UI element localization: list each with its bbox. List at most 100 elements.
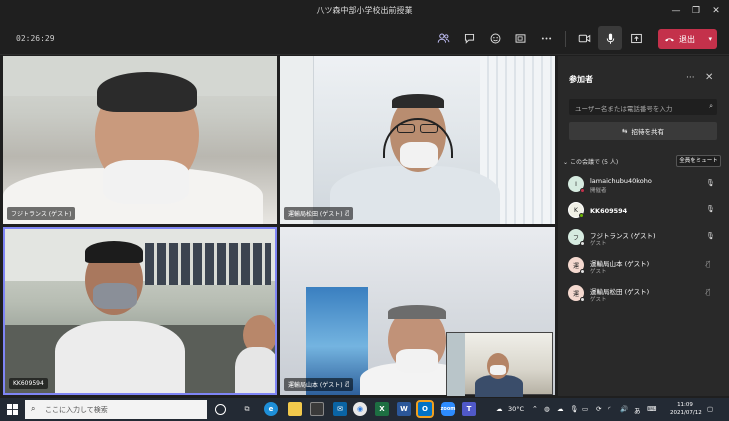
teams-meeting-window: 八ツ森中部小学校出前授業 — ❐ ✕ 02:26:29 退出 ▾ フジトランス … bbox=[0, 0, 729, 421]
person-hair bbox=[392, 94, 444, 108]
volume-icon[interactable]: 🔊 bbox=[620, 405, 628, 413]
reactions-icon[interactable] bbox=[486, 29, 504, 47]
mic-muted-icon[interactable]: 🎙̸ bbox=[706, 288, 710, 296]
panel-title: 参加者 bbox=[569, 75, 593, 84]
zoom-icon[interactable]: zoom bbox=[441, 402, 456, 416]
chat-icon[interactable] bbox=[460, 29, 478, 47]
ime-mode-label[interactable]: あ bbox=[634, 405, 641, 415]
video-grid: フジトランス (ゲスト) 運輸局松田 (ゲスト) 🎙̸ KK609594 運輸局… bbox=[3, 56, 555, 397]
participants-icon[interactable] bbox=[434, 29, 452, 47]
title-bar: 八ツ森中部小学校出前授業 — ❐ ✕ bbox=[0, 0, 729, 22]
camera-icon[interactable] bbox=[575, 29, 593, 47]
participant-name-label: フジトランス (ゲスト) bbox=[7, 207, 76, 220]
avatar: 運 bbox=[568, 285, 585, 302]
wifi-icon[interactable]: ◜ bbox=[608, 405, 611, 413]
mic-icon[interactable] bbox=[598, 26, 622, 50]
participant-name: lamaichubu40koho bbox=[590, 177, 652, 185]
weather-icon[interactable]: ☁ bbox=[496, 405, 503, 413]
participant-name-label: 運輸局松田 (ゲスト) 🎙̸ bbox=[284, 207, 354, 220]
section-header[interactable]: ⌄ この会議で (5 人) bbox=[563, 157, 618, 166]
notification-icon[interactable]: ▢ bbox=[707, 405, 713, 413]
sync-icon[interactable]: ⟳ bbox=[596, 405, 601, 413]
mic-muted-icon: 🎙̸ bbox=[345, 210, 350, 217]
participant-row[interactable]: 運 運輸局山本 (ゲスト) ゲスト 🎙̸ bbox=[568, 255, 718, 277]
network-icon[interactable]: ◍ bbox=[544, 405, 550, 413]
meeting-toolbar: 02:26:29 退出 ▾ bbox=[0, 22, 729, 55]
leave-button[interactable]: 退出 ▾ bbox=[658, 29, 717, 49]
outlook-mail-icon[interactable]: ✉ bbox=[333, 402, 347, 416]
battery-icon[interactable]: ▭ bbox=[582, 405, 588, 413]
cortana-icon[interactable] bbox=[215, 404, 226, 415]
store-icon[interactable] bbox=[310, 402, 324, 416]
status-dot bbox=[580, 188, 585, 193]
mic-tray-icon[interactable]: 🎙 bbox=[570, 405, 578, 413]
chrome-icon[interactable]: ◉ bbox=[353, 402, 367, 416]
wall-posters bbox=[145, 243, 271, 285]
phone-hangup-icon bbox=[665, 37, 674, 41]
share-invite-button[interactable]: ⇆ 招待を共有 bbox=[569, 122, 717, 140]
task-view-icon[interactable]: ⧉ bbox=[240, 402, 254, 416]
window-title: 八ツ森中部小学校出前授業 bbox=[316, 6, 413, 15]
windows-start-icon[interactable] bbox=[7, 404, 18, 415]
meeting-timer: 02:26:29 bbox=[16, 34, 55, 43]
person-hair bbox=[388, 305, 446, 319]
self-view-pip[interactable] bbox=[446, 332, 553, 397]
status-dot bbox=[580, 269, 585, 274]
participant-name: KK609594 bbox=[590, 207, 628, 215]
participant-role: ゲスト bbox=[590, 297, 607, 303]
excel-icon[interactable]: X bbox=[375, 402, 389, 416]
person-body bbox=[330, 166, 500, 224]
participant-role: ゲスト bbox=[590, 241, 607, 247]
windows-taskbar: ⌕ ここに入力して検索 ⧉ e ✉ ◉ X W O zoom T ☁ 30°C … bbox=[0, 398, 729, 421]
participant-name-label: KK609594 bbox=[9, 378, 48, 389]
minimize-button[interactable]: — bbox=[668, 3, 684, 19]
video-tile[interactable]: フジトランス (ゲスト) bbox=[3, 56, 277, 224]
avatar: 運 bbox=[568, 257, 585, 274]
keyboard-icon[interactable]: ⌨ bbox=[647, 405, 656, 413]
close-window-button[interactable]: ✕ bbox=[708, 3, 724, 19]
mute-all-button[interactable]: 全員をミュート bbox=[676, 155, 721, 167]
participant-row[interactable]: K KK609594 🎙 bbox=[568, 200, 718, 222]
participant-row[interactable]: フ フジトランス (ゲスト) ゲスト 🎙 bbox=[568, 227, 718, 249]
toolbar-divider bbox=[565, 31, 566, 47]
mic-icon[interactable]: 🎙 bbox=[706, 205, 715, 213]
file-explorer-icon[interactable] bbox=[288, 402, 302, 416]
mic-icon[interactable]: 🎙 bbox=[706, 179, 715, 187]
system-clock[interactable]: 11:09 2021/07/12 bbox=[670, 401, 702, 417]
person-body bbox=[55, 321, 185, 393]
participants-panel: 参加者 ··· ✕ ユーザー名または電話番号を入力 ⌕ ⇆ 招待を共有 ⌄ この… bbox=[558, 56, 729, 396]
edge-icon[interactable]: e bbox=[264, 402, 278, 416]
participant-search-input[interactable]: ユーザー名または電話番号を入力 ⌕ bbox=[569, 99, 717, 115]
face-mask bbox=[490, 365, 506, 375]
window-blinds bbox=[280, 56, 314, 224]
share-tray-icon[interactable] bbox=[627, 29, 645, 47]
leave-label: 退出 bbox=[679, 34, 695, 44]
rooms-icon[interactable] bbox=[511, 29, 529, 47]
onedrive-icon[interactable]: ☁ bbox=[557, 405, 564, 413]
video-tile-active-speaker[interactable]: KK609594 bbox=[3, 227, 277, 395]
maximize-button[interactable]: ❐ bbox=[688, 3, 704, 19]
participant-role: 開催者 bbox=[590, 188, 607, 194]
mic-muted-icon[interactable]: 🎙̸ bbox=[706, 260, 710, 268]
chevron-up-icon[interactable]: ⌃ bbox=[532, 405, 538, 413]
status-dot bbox=[580, 241, 585, 246]
participant-row[interactable]: 運 運輸局松田 (ゲスト) ゲスト 🎙̸ bbox=[568, 283, 718, 305]
chevron-down-icon[interactable]: ▾ bbox=[708, 35, 712, 43]
teams-icon[interactable]: T bbox=[462, 402, 476, 416]
taskbar-search-input[interactable]: ⌕ ここに入力して検索 bbox=[25, 400, 207, 419]
person-body bbox=[235, 347, 275, 393]
outlook-icon[interactable]: O bbox=[416, 400, 434, 418]
weather-temp[interactable]: 30°C bbox=[508, 405, 524, 413]
word-icon[interactable]: W bbox=[397, 402, 411, 416]
more-icon[interactable] bbox=[537, 29, 555, 47]
more-options-icon[interactable]: ··· bbox=[686, 73, 695, 83]
person-hair bbox=[85, 241, 143, 263]
window bbox=[447, 333, 465, 396]
video-tile[interactable]: 運輸局松田 (ゲスト) 🎙̸ bbox=[280, 56, 555, 224]
close-icon[interactable]: ✕ bbox=[705, 72, 713, 83]
share-icon: ⇆ bbox=[622, 127, 628, 135]
participant-row[interactable]: I lamaichubu40koho 開催者 🎙 bbox=[568, 174, 718, 196]
search-icon: ⌕ bbox=[709, 102, 713, 110]
mic-icon[interactable]: 🎙 bbox=[706, 232, 715, 240]
mic-muted-icon: 🎙̸ bbox=[345, 381, 350, 388]
